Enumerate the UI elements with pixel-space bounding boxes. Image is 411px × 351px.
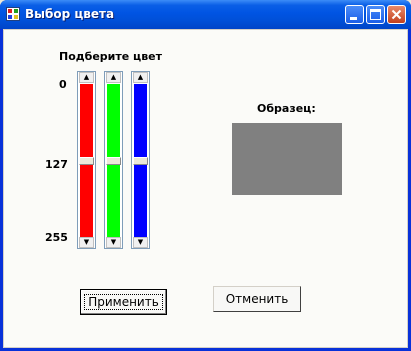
slider-red[interactable]: ▲ ▼ bbox=[77, 71, 96, 249]
title-bar[interactable]: Выбор цвета bbox=[0, 0, 411, 29]
minimize-icon bbox=[350, 17, 357, 20]
picker-heading: Подберите цвет bbox=[59, 50, 162, 63]
close-button[interactable] bbox=[387, 5, 406, 24]
scroll-down-arrow-icon[interactable]: ▼ bbox=[106, 237, 121, 248]
close-icon bbox=[391, 9, 402, 20]
slider-thumb-green[interactable] bbox=[106, 156, 121, 165]
apply-button-label: Применить bbox=[84, 294, 163, 310]
scroll-down-arrow-icon[interactable]: ▼ bbox=[79, 237, 94, 248]
cancel-button-label: Отменить bbox=[225, 292, 289, 306]
dialog-body: Подберите цвет 0 127 255 ▲ ▼ ▲ ▼ ▲ ▼ Образец:… bbox=[4, 30, 407, 347]
scroll-up-arrow-icon[interactable]: ▲ bbox=[106, 72, 121, 83]
maximize-icon bbox=[370, 9, 381, 20]
scroll-up-arrow-icon[interactable]: ▲ bbox=[79, 72, 94, 83]
window-title: Выбор цвета bbox=[25, 7, 115, 21]
scale-label-bottom: 255 bbox=[45, 231, 68, 244]
slider-green[interactable]: ▲ ▼ bbox=[104, 71, 123, 249]
slider-thumb-red[interactable] bbox=[79, 156, 94, 165]
apply-button[interactable]: Применить bbox=[80, 289, 167, 315]
slider-thumb-blue[interactable] bbox=[133, 156, 148, 165]
slider-blue[interactable]: ▲ ▼ bbox=[131, 71, 150, 249]
color-picker-window: Выбор цвета Подберите цвет 0 127 255 ▲ ▼ ▲… bbox=[0, 0, 411, 351]
color-sample-swatch bbox=[232, 123, 342, 195]
scroll-down-arrow-icon[interactable]: ▼ bbox=[133, 237, 148, 248]
scale-label-middle: 127 bbox=[45, 158, 68, 171]
color-picker-icon bbox=[6, 7, 20, 21]
sample-label: Образец: bbox=[257, 102, 316, 115]
client-area: Подберите цвет 0 127 255 ▲ ▼ ▲ ▼ ▲ ▼ Образец:… bbox=[3, 29, 408, 348]
scale-label-top: 0 bbox=[59, 78, 67, 91]
minimize-button[interactable] bbox=[345, 5, 364, 24]
cancel-button[interactable]: Отменить bbox=[213, 286, 301, 312]
maximize-button[interactable] bbox=[366, 5, 385, 24]
scroll-up-arrow-icon[interactable]: ▲ bbox=[133, 72, 148, 83]
